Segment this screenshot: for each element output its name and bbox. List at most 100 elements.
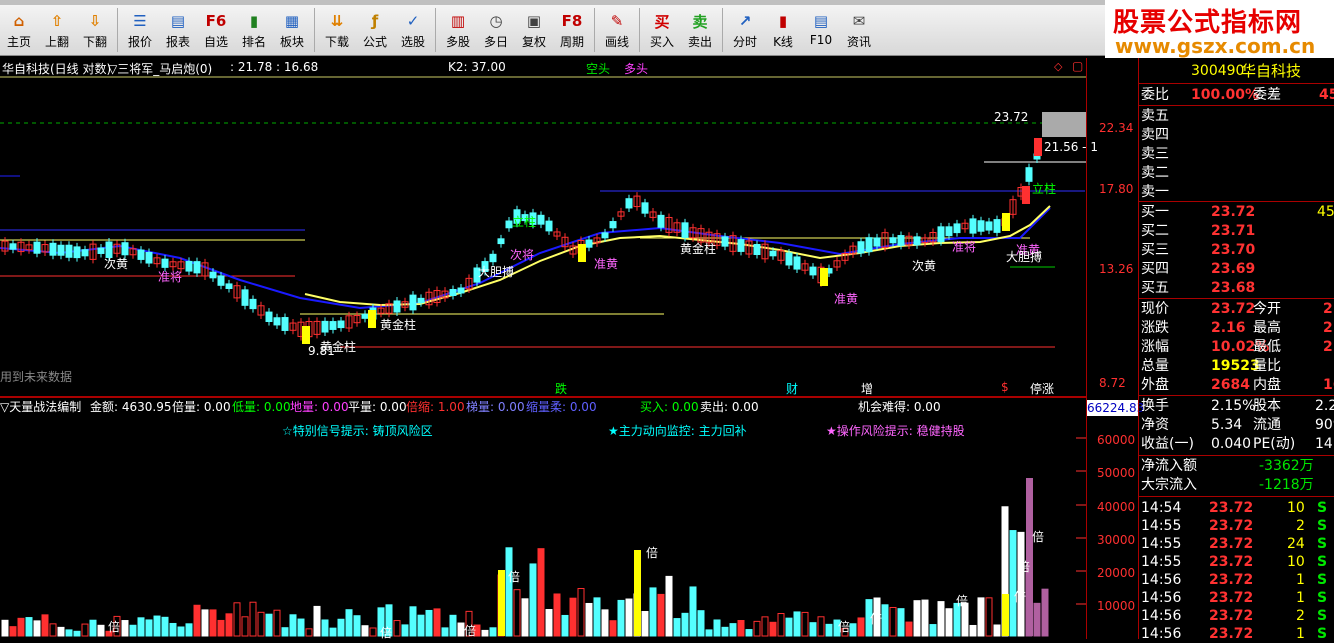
tick-price: 23.72 — [1209, 536, 1254, 552]
stock-picker-button[interactable]: ✓ 选股 — [394, 5, 432, 55]
candle-body — [641, 202, 649, 214]
volume-bar — [41, 614, 49, 637]
quote-panel: 300490 华自科技 委比 100.00% 委差 45 卖五 卖四 卖三 卖二 卖一 … — [1138, 58, 1334, 642]
volume-bar — [921, 599, 929, 637]
volume-bar — [785, 617, 793, 637]
multi-stock-button[interactable]: ▥ 多股 — [439, 5, 477, 55]
watchlist-button[interactable]: F6 自选 — [197, 5, 235, 55]
home-button[interactable]: ⌂ 主页 — [0, 5, 38, 55]
page-up-button-label: 上翻 — [44, 35, 69, 49]
candle-body — [737, 239, 745, 252]
intraday-button[interactable]: ↗ 分时 — [726, 5, 764, 55]
kline-icon: ▮ — [778, 12, 788, 30]
multi-day-button[interactable]: ◷ 多日 — [477, 5, 515, 55]
kline-button[interactable]: ▮ K线 — [764, 5, 802, 55]
quote-stat-row: 现价 23.72 今开 2 — [1139, 300, 1334, 318]
stat-label: 最低 — [1253, 339, 1281, 355]
download-button[interactable]: ⇊ 下载 — [318, 5, 356, 55]
restore-rights-button[interactable]: ▣ 复权 — [515, 5, 553, 55]
weibi-label: 委比 — [1141, 87, 1169, 103]
rank-button[interactable]: ▮ 排名 — [235, 5, 273, 55]
candle-body — [769, 250, 777, 257]
candle-body — [161, 258, 169, 268]
candle-body — [913, 236, 921, 246]
volume-bar — [193, 604, 201, 637]
volume-bar — [713, 619, 721, 637]
volume-bar — [681, 612, 689, 637]
volume-bar — [369, 627, 377, 637]
volume-signal-text: ☆特别信号提示: 铸顶风险区 — [282, 424, 433, 438]
report-button[interactable]: ▤ 报表 — [159, 5, 197, 55]
buy-button[interactable]: 买买入 — [643, 5, 681, 55]
volume-signal-bar — [634, 550, 641, 636]
tick-row[interactable]: 14:56 23.72 1 S — [1139, 625, 1334, 643]
candle-body — [785, 252, 793, 266]
candle-body — [545, 220, 553, 232]
page-up-button[interactable]: ⇧ 上翻 — [38, 5, 76, 55]
candle-body — [265, 311, 273, 323]
volume-bar — [145, 619, 153, 637]
volume-bar — [641, 610, 649, 637]
page-down-button[interactable]: ⇩ 下翻 — [76, 5, 114, 55]
volume-indicator-field: 梯量: 0.00 — [466, 400, 525, 414]
signal-candle — [820, 268, 828, 286]
candle-body — [321, 320, 329, 333]
sector-button[interactable]: ▦ 板块 — [273, 5, 311, 55]
volume-bar — [1009, 530, 1017, 637]
volume-bar — [153, 615, 161, 637]
chart-annotation: 9.81 — [308, 344, 335, 358]
f10-icon: ▤ — [813, 12, 829, 30]
volume-bar — [345, 609, 353, 637]
volume-bar — [481, 629, 489, 637]
signal-candle — [1022, 186, 1030, 204]
stat-label: 换手 — [1141, 398, 1169, 414]
report-icon: ▤ — [170, 12, 186, 30]
candle-body — [953, 223, 961, 234]
duotou-label: 多头 — [624, 62, 649, 76]
draw-line-button[interactable]: ✎ 画线 — [598, 5, 636, 55]
tick-row[interactable]: 14:55 23.72 24 S — [1139, 535, 1334, 553]
volume-bar — [9, 626, 17, 637]
tick-price: 23.72 — [1209, 608, 1254, 624]
stock-name: 华自科技 — [1241, 62, 1302, 80]
tick-volume: 2 — [1296, 608, 1305, 624]
tick-price: 23.72 — [1209, 518, 1254, 534]
tick-row[interactable]: 14:55 23.72 10 S — [1139, 553, 1334, 571]
quote-stat-row: 收益(一) 0.040 PE(动) 14 — [1139, 435, 1334, 453]
candle-body — [393, 300, 401, 313]
candle-body — [537, 214, 545, 225]
candle-body — [73, 246, 81, 259]
intraday-button-label: 分时 — [732, 35, 757, 49]
volume-bar — [441, 627, 449, 637]
indicator-range: : 21.78 : 16.68 — [230, 60, 319, 74]
chart-title: 华自科技(日线 对数) — [2, 62, 112, 76]
stat-label: 股本 — [1253, 398, 1281, 414]
volume-bar — [241, 616, 249, 637]
tick-row[interactable]: 14:54 23.72 10 S — [1139, 499, 1334, 517]
sell-button[interactable]: 卖卖出 — [681, 5, 719, 55]
window-toggle-icon[interactable]: ▢ — [1072, 59, 1083, 73]
news-button[interactable]: ✉ 资讯 — [840, 5, 878, 55]
tick-row[interactable]: 14:56 23.72 1 S — [1139, 571, 1334, 589]
formula-button[interactable]: ƒ 公式 — [356, 5, 394, 55]
tick-time: 14:54 — [1141, 500, 1182, 516]
period-button[interactable]: F8 周期 — [553, 5, 591, 55]
f10-button[interactable]: ▤ F10 — [802, 5, 840, 55]
volume-chart[interactable]: ▽天量战法编制 金额: 4630.95 倍量: 0.00 低量: 0.00 地量: 0.… — [0, 398, 1086, 640]
tick-row[interactable]: 14:55 23.72 2 S — [1139, 517, 1334, 535]
candle-body — [865, 237, 873, 253]
tick-row[interactable]: 14:56 23.72 1 S — [1139, 589, 1334, 607]
quote-button[interactable]: ☰ 报价 — [121, 5, 159, 55]
money-flow-value: -3362万 — [1259, 458, 1314, 474]
tick-time: 14:56 — [1141, 608, 1182, 624]
tick-row[interactable]: 14:56 23.72 2 S — [1139, 607, 1334, 625]
stock-picker-icon: ✓ — [406, 12, 420, 30]
quote-stat-row: 总量 19523 量比 — [1139, 357, 1334, 375]
chart-annotation: 立柱 — [1032, 182, 1057, 196]
diamond-icon[interactable]: ◇ — [1054, 60, 1062, 73]
indicator-name[interactable]: ▽三将军_马启炮(0) — [108, 60, 212, 77]
kline-chart[interactable]: 华自科技(日线 对数) ▽三将军_马启炮(0) : 21.78 : 16.68 … — [0, 58, 1098, 396]
stat-label: 内盘 — [1253, 377, 1281, 393]
stat-label: 总量 — [1141, 358, 1169, 374]
volume-bar — [233, 602, 241, 637]
